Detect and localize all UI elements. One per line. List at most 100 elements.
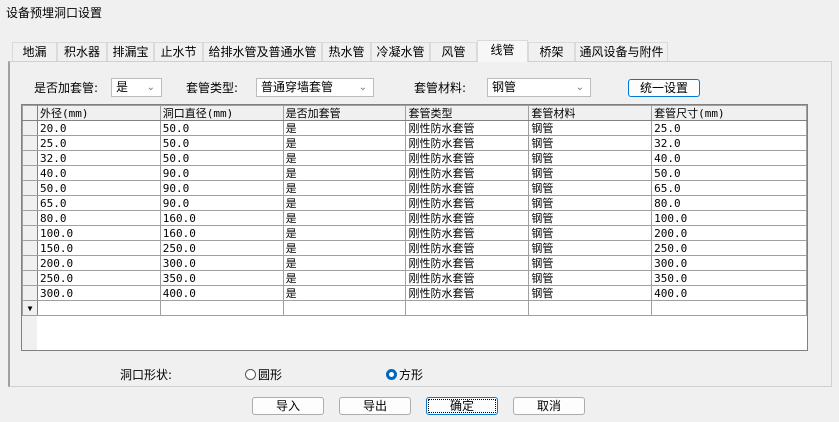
table-cell[interactable]: 是 bbox=[282, 255, 407, 271]
table-cell[interactable]: 200.0 bbox=[651, 225, 807, 241]
column-header[interactable]: 外径(mm) bbox=[36, 105, 161, 121]
table-cell[interactable] bbox=[159, 300, 284, 316]
table-cell[interactable]: 250.0 bbox=[36, 270, 161, 286]
table-row[interactable]: 25.0 50.0 是刚性防水套管 钢管 32.0 bbox=[22, 135, 807, 151]
table-cell[interactable]: 是 bbox=[282, 270, 407, 286]
table-row[interactable]: 200.0 300.0 是刚性防水套管 钢管 300.0 bbox=[22, 255, 807, 271]
row-header[interactable] bbox=[22, 270, 38, 286]
table-cell[interactable]: 是 bbox=[282, 210, 407, 226]
table-cell[interactable]: 钢管 bbox=[528, 165, 653, 181]
tab-6[interactable]: 冷凝水管 bbox=[371, 42, 430, 61]
tab-10[interactable]: 通风设备与附件 bbox=[575, 42, 668, 61]
table-row[interactable]: 250.0 350.0 是刚性防水套管 钢管 350.0 bbox=[22, 270, 807, 286]
table-cell[interactable]: 钢管 bbox=[528, 135, 653, 151]
tab-7[interactable]: 风管 bbox=[430, 42, 477, 61]
table-cell[interactable]: 钢管 bbox=[528, 195, 653, 211]
tab-1[interactable]: 积水器 bbox=[57, 42, 107, 61]
table-cell[interactable]: 是 bbox=[282, 180, 407, 196]
table-cell[interactable]: 刚性防水套管 bbox=[405, 210, 530, 226]
table-cell[interactable]: 刚性防水套管 bbox=[405, 180, 530, 196]
table-cell[interactable]: 250.0 bbox=[159, 240, 284, 256]
table-row[interactable]: 40.0 90.0 是刚性防水套管 钢管 50.0 bbox=[22, 165, 807, 181]
table-cell[interactable]: 50.0 bbox=[36, 180, 161, 196]
radio-square[interactable]: 方形 bbox=[386, 366, 423, 383]
new-row[interactable]: ▼ bbox=[22, 300, 807, 316]
table-cell[interactable]: 250.0 bbox=[651, 240, 807, 256]
row-header[interactable] bbox=[22, 120, 38, 136]
table-cell[interactable]: 刚性防水套管 bbox=[405, 255, 530, 271]
table-row[interactable]: 65.0 90.0 是刚性防水套管 钢管 80.0 bbox=[22, 195, 807, 211]
new-row-marker-icon[interactable]: ▼ bbox=[22, 300, 38, 316]
tab-8[interactable]: 线管 bbox=[477, 40, 528, 62]
table-cell[interactable]: 钢管 bbox=[528, 180, 653, 196]
table-cell[interactable]: 400.0 bbox=[651, 285, 807, 301]
table-cell[interactable]: 钢管 bbox=[528, 285, 653, 301]
table-row[interactable]: 300.0 400.0 是刚性防水套管 钢管 400.0 bbox=[22, 285, 807, 301]
table-cell[interactable]: 是 bbox=[282, 165, 407, 181]
table-cell[interactable]: 80.0 bbox=[651, 195, 807, 211]
row-header[interactable] bbox=[22, 180, 38, 196]
table-cell[interactable]: 65.0 bbox=[651, 180, 807, 196]
table-cell[interactable]: 160.0 bbox=[159, 210, 284, 226]
export-button[interactable]: 导出 bbox=[339, 397, 411, 415]
table-cell[interactable]: 钢管 bbox=[528, 240, 653, 256]
tab-2[interactable]: 排漏宝 bbox=[107, 42, 154, 61]
column-header[interactable]: 套管尺寸(mm) bbox=[651, 105, 807, 121]
table-cell[interactable] bbox=[282, 300, 407, 316]
tab-5[interactable]: 热水管 bbox=[322, 42, 371, 61]
table-cell[interactable]: 刚性防水套管 bbox=[405, 240, 530, 256]
table-cell[interactable]: 50.0 bbox=[159, 120, 284, 136]
table-cell[interactable]: 300.0 bbox=[36, 285, 161, 301]
table-cell[interactable]: 50.0 bbox=[159, 135, 284, 151]
sleeve-type-select[interactable]: 普通穿墙套管 ⌄ bbox=[256, 78, 374, 97]
table-row[interactable]: 150.0 250.0 是刚性防水套管 钢管 250.0 bbox=[22, 240, 807, 256]
table-cell[interactable]: 40.0 bbox=[36, 165, 161, 181]
table-cell[interactable]: 刚性防水套管 bbox=[405, 285, 530, 301]
row-header[interactable] bbox=[22, 150, 38, 166]
table-cell[interactable]: 刚性防水套管 bbox=[405, 135, 530, 151]
row-header[interactable] bbox=[22, 195, 38, 211]
row-header[interactable] bbox=[22, 255, 38, 271]
ok-button[interactable]: 确定 bbox=[426, 397, 498, 415]
data-grid[interactable]: 外径(mm) 洞口直径(mm) 是否加套管 套管类型 套管材料 套管尺寸(mm) 20.0… bbox=[21, 104, 808, 351]
table-cell[interactable]: 32.0 bbox=[36, 150, 161, 166]
table-cell[interactable]: 32.0 bbox=[651, 135, 807, 151]
table-cell[interactable]: 刚性防水套管 bbox=[405, 270, 530, 286]
table-cell[interactable]: 90.0 bbox=[159, 195, 284, 211]
table-cell[interactable]: 50.0 bbox=[159, 150, 284, 166]
table-cell[interactable]: 65.0 bbox=[36, 195, 161, 211]
tab-4[interactable]: 给排水管及普通水管 bbox=[203, 42, 322, 61]
table-cell[interactable]: 刚性防水套管 bbox=[405, 195, 530, 211]
row-header[interactable] bbox=[22, 135, 38, 151]
table-cell[interactable]: 是 bbox=[282, 285, 407, 301]
table-cell[interactable]: 刚性防水套管 bbox=[405, 225, 530, 241]
table-cell[interactable]: 350.0 bbox=[159, 270, 284, 286]
table-cell[interactable]: 是 bbox=[282, 225, 407, 241]
table-cell[interactable] bbox=[405, 300, 530, 316]
table-cell[interactable]: 350.0 bbox=[651, 270, 807, 286]
table-cell[interactable]: 400.0 bbox=[159, 285, 284, 301]
table-cell[interactable]: 钢管 bbox=[528, 255, 653, 271]
table-row[interactable]: 20.0 50.0 是刚性防水套管 钢管 25.0 bbox=[22, 120, 807, 136]
table-cell[interactable]: 160.0 bbox=[159, 225, 284, 241]
table-cell[interactable]: 25.0 bbox=[36, 135, 161, 151]
table-row[interactable]: 32.0 50.0 是刚性防水套管 钢管 40.0 bbox=[22, 150, 807, 166]
row-header[interactable] bbox=[22, 165, 38, 181]
table-cell[interactable]: 150.0 bbox=[36, 240, 161, 256]
table-cell[interactable]: 300.0 bbox=[651, 255, 807, 271]
row-header[interactable] bbox=[22, 240, 38, 256]
table-row[interactable]: 100.0 160.0 是刚性防水套管 钢管 200.0 bbox=[22, 225, 807, 241]
radio-round[interactable]: 圆形 bbox=[245, 366, 282, 383]
table-cell[interactable] bbox=[651, 300, 807, 316]
table-cell[interactable]: 300.0 bbox=[159, 255, 284, 271]
cancel-button[interactable]: 取消 bbox=[513, 397, 585, 415]
column-header[interactable]: 洞口直径(mm) bbox=[159, 105, 284, 121]
table-row[interactable]: 80.0 160.0 是刚性防水套管 钢管 100.0 bbox=[22, 210, 807, 226]
column-header[interactable]: 套管类型 bbox=[405, 105, 530, 121]
table-cell[interactable]: 是 bbox=[282, 195, 407, 211]
table-cell[interactable]: 90.0 bbox=[159, 180, 284, 196]
table-cell[interactable]: 25.0 bbox=[651, 120, 807, 136]
table-cell[interactable]: 钢管 bbox=[528, 150, 653, 166]
table-cell[interactable]: 钢管 bbox=[528, 210, 653, 226]
row-header[interactable] bbox=[22, 225, 38, 241]
